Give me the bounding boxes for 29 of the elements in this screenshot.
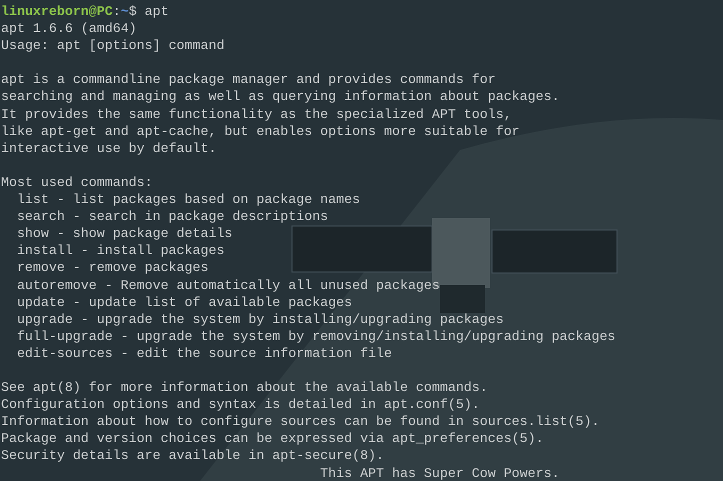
command-help-line: install - install packages <box>16 243 224 258</box>
output-line: apt is a commandline package manager and provides commands for <box>1 72 496 88</box>
output-line: like apt-get and apt-cache, but enables options more suitable for <box>1 124 520 139</box>
command-help-line: search - search in package descriptions <box>16 209 328 224</box>
command-help-line: update - update list of available packages <box>16 294 352 310</box>
output-line: Configuration options and syntax is detailed in apt.conf(5). <box>1 397 480 412</box>
prompt-path: ~ <box>120 4 129 19</box>
command-help-line: show - show package details <box>16 226 232 242</box>
output-line: interactive use by default. <box>1 140 216 156</box>
output-line: Usage: apt [options] command <box>1 38 224 54</box>
prompt-user-host: linuxreborn@PC <box>1 4 113 19</box>
output-line: apt 1.6.6 (amd64) <box>1 21 137 36</box>
command-help-line: autoremove - Remove automatically all unused packages <box>16 278 440 292</box>
command-help-line: full-upgrade - upgrade the system by removing/installing/upgrading packages <box>16 328 616 344</box>
command-help-line: upgrade - upgrade the system by installing/upgrading packages <box>16 312 504 327</box>
command-help-line: edit-sources - edit the source information file <box>16 346 392 361</box>
output-line: Most used commands: <box>1 174 153 190</box>
typed-command: apt <box>144 4 169 19</box>
output-line: See apt(8) for more information about the available commands. <box>1 380 488 396</box>
output-line: Information about how to configure sources can be found in sources.list(5). <box>1 414 600 430</box>
command-help-line: list - list packages based on package names <box>16 192 360 208</box>
prompt-separator: : <box>112 4 121 19</box>
output-line: Package and version choices can be expressed via apt_preferences(5). <box>1 431 544 446</box>
output-line: Security details are available in apt-secure(8). <box>1 448 384 464</box>
prompt-symbol: $ <box>128 4 137 19</box>
output-line: This APT has Super Cow Powers. <box>320 466 560 481</box>
output-line: It provides the same functionality as the specialized APT tools, <box>1 106 512 122</box>
output-line: searching and managing as well as querying information about packages. <box>1 89 560 104</box>
command-help-line: remove - remove packages <box>16 260 208 276</box>
